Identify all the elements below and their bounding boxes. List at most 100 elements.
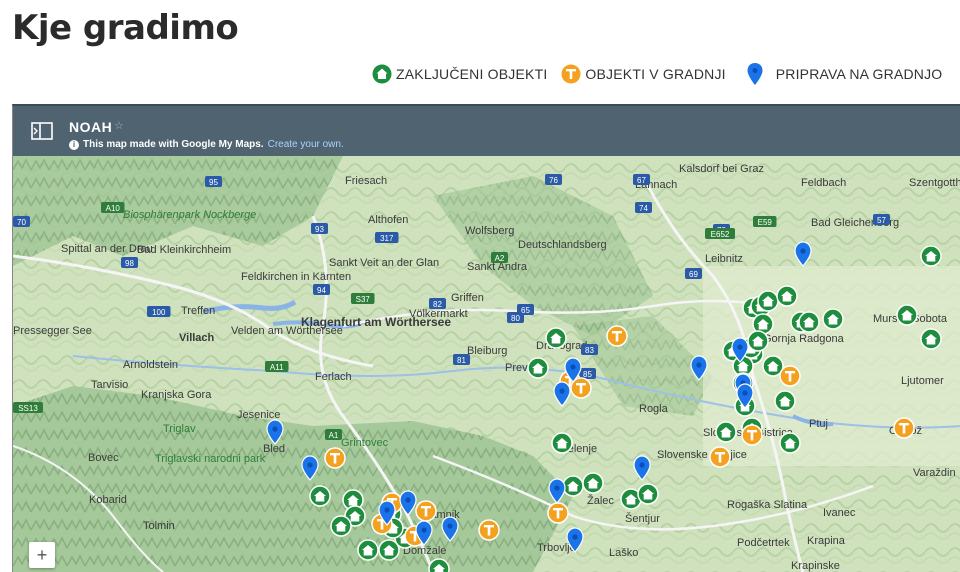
completed-marker[interactable] <box>527 357 549 379</box>
place-label: Kobarid <box>89 494 127 506</box>
place-label: Friesach <box>345 175 387 187</box>
completed-marker[interactable] <box>637 483 659 505</box>
completed-marker[interactable] <box>896 304 918 326</box>
place-label: Feldkirchen in Kärnten <box>241 271 351 283</box>
pin-marker-icon <box>747 63 763 85</box>
place-label: Rogaška Slatina <box>727 499 808 511</box>
place-label: Bovec <box>88 452 119 464</box>
place-label: Podčetrtek <box>737 537 790 549</box>
construction-marker[interactable] <box>893 417 915 439</box>
svg-text:74: 74 <box>639 204 648 213</box>
place-label: Bled <box>263 443 285 455</box>
road-shield: A11 <box>265 361 289 372</box>
construction-marker[interactable] <box>478 519 500 541</box>
construction-marker[interactable] <box>709 446 731 468</box>
place-label: Žalec <box>587 494 614 507</box>
road-shield: 70 <box>13 216 30 227</box>
construction-marker[interactable] <box>547 502 569 524</box>
place-label: Wolfsberg <box>465 225 514 237</box>
svg-text:100: 100 <box>152 308 166 317</box>
svg-text:A1: A1 <box>329 431 339 440</box>
info-icon: i <box>69 139 79 150</box>
place-label: Feldbach <box>801 177 846 189</box>
place-label: Krapinske <box>791 560 840 572</box>
road-shield: 317 <box>375 232 399 243</box>
completed-marker[interactable] <box>776 285 798 307</box>
road-shield: 81 <box>453 354 470 365</box>
svg-text:83: 83 <box>585 346 594 355</box>
completed-marker[interactable] <box>582 472 604 494</box>
svg-text:317: 317 <box>380 234 394 243</box>
place-label: Kalsdorf bei Graz <box>679 163 764 175</box>
svg-text:81: 81 <box>457 356 466 365</box>
place-label: Tarvisio <box>91 379 128 391</box>
completed-marker[interactable] <box>920 245 942 267</box>
place-label: Bleiburg <box>467 345 507 357</box>
svg-text:E59: E59 <box>758 218 773 227</box>
completed-marker[interactable] <box>920 328 942 350</box>
made-with-notice: i This map made with Google My Maps. Cre… <box>69 139 344 150</box>
svg-text:65: 65 <box>521 306 530 315</box>
completed-marker[interactable] <box>309 485 331 507</box>
side-panel-toggle-icon[interactable] <box>31 122 53 140</box>
place-label: Triglav <box>163 423 196 435</box>
star-icon[interactable]: ☆ <box>114 119 124 132</box>
place-label: Ptuj <box>809 418 828 430</box>
road-shield: 74 <box>635 202 652 213</box>
construction-marker[interactable] <box>606 325 628 347</box>
completed-marker[interactable] <box>562 475 584 497</box>
completed-marker[interactable] <box>715 421 737 443</box>
road-shield: 65 <box>517 304 534 315</box>
legend-label: ZAKLJUČENI OBJEKTI <box>396 66 548 82</box>
construction-marker[interactable] <box>324 447 346 469</box>
construction-marker[interactable] <box>779 365 801 387</box>
create-your-own-link[interactable]: Create your own. <box>268 139 344 150</box>
svg-text:85: 85 <box>583 370 592 379</box>
t-marker-icon <box>561 64 581 84</box>
completed-marker[interactable] <box>330 515 352 537</box>
place-label: Griffen <box>451 292 484 304</box>
place-label: Jesenice <box>237 409 280 421</box>
completed-marker[interactable] <box>551 432 573 454</box>
map-embed[interactable]: NOAH ☆ i This map made with Google My Ma… <box>12 104 960 572</box>
completed-marker[interactable] <box>428 558 450 572</box>
road-shield: 98 <box>121 257 138 268</box>
place-label: Ferlach <box>315 371 352 383</box>
place-label: Sankt Veit an der Glan <box>329 257 439 269</box>
map-canvas[interactable]: Friesach Althofen Wolfsberg Deutschlands… <box>13 156 960 572</box>
svg-text:80: 80 <box>511 314 520 323</box>
map-header: NOAH ☆ i This map made with Google My Ma… <box>13 106 960 156</box>
completed-marker[interactable] <box>747 330 769 352</box>
completed-marker[interactable] <box>798 311 820 333</box>
place-label: Krapina <box>807 535 846 547</box>
road-shield: SS13 <box>13 402 43 413</box>
made-with-text: This map made with Google My Maps. <box>83 139 264 150</box>
completed-marker[interactable] <box>779 432 801 454</box>
place-label: Villach <box>179 332 215 344</box>
completed-marker[interactable] <box>757 290 779 312</box>
road-shield: E59 <box>753 216 777 227</box>
place-label: Szentgotth <box>909 177 960 189</box>
zoom-in-button[interactable]: + <box>29 542 55 568</box>
road-shield: 57 <box>873 214 890 225</box>
place-label: Leibnitz <box>705 253 743 265</box>
completed-marker[interactable] <box>774 390 796 412</box>
road-shield: 67 <box>633 174 650 185</box>
completed-marker[interactable] <box>357 539 379 561</box>
road-shield: 94 <box>313 284 330 295</box>
place-label: Triglavski narodni park <box>155 453 266 465</box>
completed-marker[interactable] <box>822 308 844 330</box>
svg-text:82: 82 <box>433 300 442 309</box>
legend-completed: ZAKLJUČENI OBJEKTI <box>372 64 547 84</box>
place-label: Bad Kleinkirchheim <box>137 244 231 256</box>
place-label: Ivanec <box>823 507 856 519</box>
construction-marker[interactable] <box>741 424 763 446</box>
place-label: Pressegger See <box>13 325 92 337</box>
completed-marker[interactable] <box>545 327 567 349</box>
place-label: Arnoldstein <box>123 359 178 371</box>
road-shield: 76 <box>545 174 562 185</box>
construction-marker[interactable] <box>415 500 437 522</box>
place-label: Kranjska Gora <box>141 389 212 401</box>
place-label: Ljutomer <box>901 375 944 387</box>
map-name[interactable]: NOAH <box>69 119 112 135</box>
